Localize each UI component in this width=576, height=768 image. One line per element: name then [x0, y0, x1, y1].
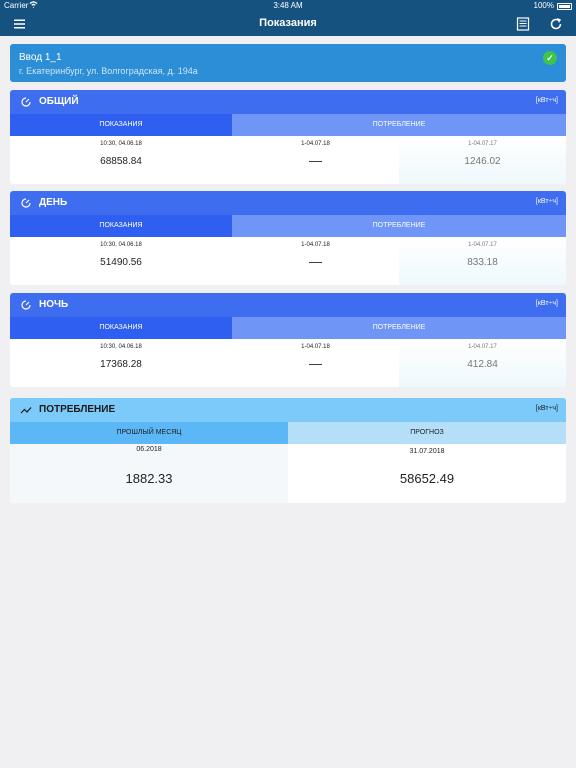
- forecast-value: 58652.49: [399, 471, 455, 486]
- last-month-cell: 06.2018 1882.33: [10, 444, 288, 503]
- forecast-cell: 31.07.2018 58652.49: [288, 444, 566, 503]
- reading-value: 51490.56: [100, 257, 142, 268]
- last-month-value: 1882.33: [125, 471, 173, 486]
- meter-icon: [21, 198, 31, 208]
- col-consumption-header: ПОТРЕБЛЕНИЕ: [232, 114, 566, 136]
- reading-date: 10:30, 04.06.18: [100, 344, 142, 350]
- period-current: 1-04.07.18: [301, 141, 330, 147]
- consumption-title: ПОТРЕБЛЕНИЕ: [39, 404, 116, 415]
- consumption-card: ПОТРЕБЛЕНИЕ [кВт÷ч] ПРОШЛЫЙ МЕСЯЦ ПРОГНО…: [10, 398, 566, 503]
- unit-label: [кВт÷ч]: [535, 300, 558, 307]
- current-value: —: [309, 254, 322, 269]
- battery-percent: 100%: [533, 1, 554, 10]
- last-month-date: 06.2018: [136, 446, 162, 453]
- input-card[interactable]: Ввод 1_1 г. Екатеринбург, ул. Волгоградс…: [10, 44, 566, 82]
- list-button[interactable]: [514, 15, 532, 33]
- section-header: ДЕНЬ [кВт÷ч]: [10, 191, 566, 215]
- current-value: —: [309, 356, 322, 371]
- period-prev: 1-04.07.17: [468, 242, 497, 248]
- prev-value: 1246.02: [464, 156, 501, 167]
- section-title: НОЧЬ: [39, 299, 69, 310]
- previous-year-cell: 1-04.07.17 412.84: [399, 339, 566, 387]
- col-forecast-header: ПРОГНОЗ: [288, 422, 566, 444]
- meter-icon: [21, 300, 31, 310]
- unit-label: [кВт÷ч]: [535, 405, 558, 412]
- current-value: —: [309, 153, 322, 168]
- period-current: 1-04.07.18: [301, 242, 330, 248]
- unit-label: [кВт÷ч]: [535, 198, 558, 205]
- reading-value: 68858.84: [100, 156, 142, 167]
- period-prev: 1-04.07.17: [468, 141, 497, 147]
- col-consumption-header: ПОТРЕБЛЕНИЕ: [232, 317, 566, 339]
- status-bar: Carrier 3:48 AM 100%: [0, 0, 576, 12]
- consumption-header: ПОТРЕБЛЕНИЕ [кВт÷ч]: [10, 398, 566, 422]
- checkmark-icon: ✓: [543, 51, 557, 65]
- meter-icon: [21, 97, 31, 107]
- reading-date: 10:30, 04.06.18: [100, 242, 142, 248]
- reading-value: 17368.28: [100, 359, 142, 370]
- section-day: ДЕНЬ [кВт÷ч] ПОКАЗАНИЯ ПОТРЕБЛЕНИЕ 10:30…: [10, 191, 566, 285]
- prev-value: 833.18: [467, 257, 498, 268]
- page-title: Показания: [259, 17, 317, 29]
- section-header: ОБЩИЙ [кВт÷ч]: [10, 90, 566, 114]
- col-readings-header: ПОКАЗАНИЯ: [10, 215, 232, 237]
- input-name: Ввод 1_1: [19, 52, 62, 63]
- refresh-icon: [550, 18, 562, 30]
- battery-icon: [557, 3, 572, 10]
- col-last-month-header: ПРОШЛЫЙ МЕСЯЦ: [10, 422, 288, 444]
- previous-year-cell: 1-04.07.17 833.18: [399, 237, 566, 285]
- section-title: ДЕНЬ: [39, 197, 68, 208]
- status-time: 3:48 AM: [273, 1, 303, 10]
- previous-year-cell: 1-04.07.17 1246.02: [399, 136, 566, 184]
- period-current: 1-04.07.18: [301, 344, 330, 350]
- refresh-button[interactable]: [547, 15, 565, 33]
- section-night: НОЧЬ [кВт÷ч] ПОКАЗАНИЯ ПОТРЕБЛЕНИЕ 10:30…: [10, 293, 566, 387]
- period-prev: 1-04.07.17: [468, 344, 497, 350]
- list-icon: [516, 17, 530, 31]
- col-readings-header: ПОКАЗАНИЯ: [10, 114, 232, 136]
- forecast-date: 31.07.2018: [409, 448, 445, 455]
- section-total: ОБЩИЙ [кВт÷ч] ПОКАЗАНИЯ ПОТРЕБЛЕНИЕ 10:3…: [10, 90, 566, 184]
- nav-bar: Показания: [0, 12, 576, 36]
- input-address: г. Екатеринбург, ул. Волгоградская, д. 1…: [19, 66, 198, 76]
- unit-label: [кВт÷ч]: [535, 97, 558, 104]
- section-title: ОБЩИЙ: [39, 96, 79, 107]
- section-header: НОЧЬ [кВт÷ч]: [10, 293, 566, 317]
- col-readings-header: ПОКАЗАНИЯ: [10, 317, 232, 339]
- col-consumption-header: ПОТРЕБЛЕНИЕ: [232, 215, 566, 237]
- prev-value: 412.84: [467, 359, 498, 370]
- trend-icon: [20, 407, 32, 414]
- reading-date: 10:30, 04.06.18: [100, 141, 142, 147]
